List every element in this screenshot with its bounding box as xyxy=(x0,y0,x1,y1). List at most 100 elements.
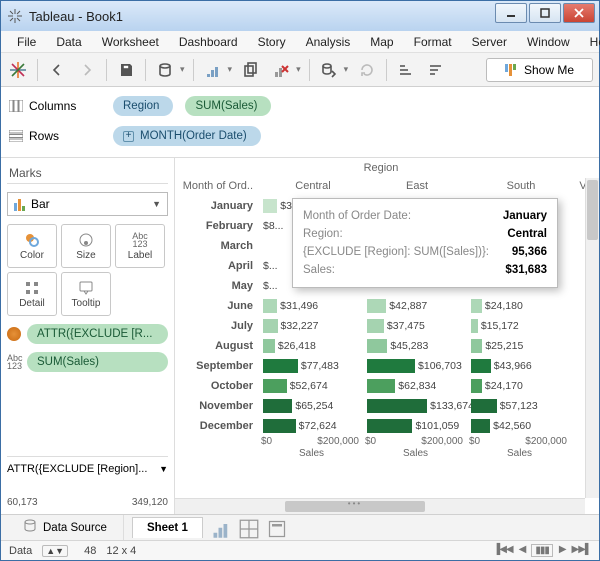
new-worksheet-icon[interactable] xyxy=(211,519,231,537)
new-dashboard-icon[interactable] xyxy=(239,519,259,537)
menu-worksheet[interactable]: Worksheet xyxy=(92,33,169,51)
viz-cell[interactable]: $52,674 xyxy=(261,376,365,396)
menu-dashboard[interactable]: Dashboard xyxy=(169,33,248,51)
viz-cell[interactable]: $31,496 xyxy=(261,296,365,316)
menu-window[interactable]: Window xyxy=(517,33,580,51)
row-label[interactable]: January xyxy=(175,196,261,216)
rows-icon xyxy=(9,130,23,142)
new-story-icon[interactable] xyxy=(267,519,287,537)
viz-cell[interactable]: $42,560 xyxy=(469,416,573,436)
columns-shelf-label: Columns xyxy=(9,99,101,113)
row-header: Month of Ord.. xyxy=(175,176,261,196)
viz-cell[interactable]: $42,887 xyxy=(365,296,469,316)
close-button[interactable] xyxy=(563,3,595,23)
sheet-tab[interactable]: Sheet 1 xyxy=(132,517,203,538)
row-label[interactable]: November xyxy=(175,396,261,416)
viz-cell[interactable]: $15,172 xyxy=(469,316,573,336)
menu-story[interactable]: Story xyxy=(248,33,296,51)
viz-cell[interactable]: $43,966 xyxy=(469,356,573,376)
row-label[interactable]: April xyxy=(175,256,261,276)
viz-cell[interactable]: $72,624 xyxy=(261,416,365,436)
row-label[interactable]: March xyxy=(175,236,261,256)
menu-server[interactable]: Server xyxy=(462,33,517,51)
legend-min: 60,173 xyxy=(7,497,38,508)
viz-cell[interactable]: $133,674 xyxy=(365,396,469,416)
back-icon[interactable] xyxy=(46,59,68,81)
clear-sheet-icon[interactable] xyxy=(270,59,292,81)
menu-help[interactable]: Help xyxy=(580,33,600,51)
status-data-label: Data xyxy=(9,545,32,557)
viz-cell[interactable]: $57,123 xyxy=(469,396,573,416)
viz-cell[interactable]: $25,215 xyxy=(469,336,573,356)
sort-asc-icon[interactable] xyxy=(395,59,417,81)
viz-cell[interactable]: $77,483 xyxy=(261,356,365,376)
expand-icon[interactable]: + xyxy=(123,131,134,142)
save-icon[interactable] xyxy=(115,59,137,81)
row-label[interactable]: December xyxy=(175,416,261,436)
datasource-tab[interactable]: Data Source xyxy=(7,515,124,540)
horizontal-scrollbar[interactable] xyxy=(175,498,585,514)
tooltip-popup: Month of Order Date:January Region:Centr… xyxy=(292,198,558,288)
vertical-scrollbar[interactable] xyxy=(585,178,599,498)
menu-data[interactable]: Data xyxy=(46,33,91,51)
new-worksheet-icon[interactable] xyxy=(202,59,224,81)
marks-label-card[interactable]: Abc123Label xyxy=(115,224,165,268)
row-label[interactable]: October xyxy=(175,376,261,396)
nav-buttons[interactable]: ▐◀◀◀▮▮▮▶▶▶▌ xyxy=(493,544,591,557)
size-icon xyxy=(78,232,94,248)
new-datasource-icon[interactable] xyxy=(154,59,176,81)
viz-cell[interactable]: $45,283 xyxy=(365,336,469,356)
marks-detail-card[interactable]: Detail xyxy=(7,272,57,316)
row-label[interactable]: June xyxy=(175,296,261,316)
viz-cell[interactable]: $62,834 xyxy=(365,376,469,396)
maximize-button[interactable] xyxy=(529,3,561,23)
viz-cell[interactable]: $106,703 xyxy=(365,356,469,376)
status-mark-count: 48 xyxy=(84,545,96,557)
viz-cell[interactable]: $37,475 xyxy=(365,316,469,336)
menu-map[interactable]: Map xyxy=(360,33,403,51)
viz-header-region: Region xyxy=(175,162,587,174)
tableau-logo-icon[interactable] xyxy=(7,59,29,81)
menu-format[interactable]: Format xyxy=(404,33,462,51)
menu-bar: File Data Worksheet Dashboard Story Anal… xyxy=(1,31,599,53)
row-label[interactable]: September xyxy=(175,356,261,376)
marks-type-selector[interactable]: Bar ▼ xyxy=(7,192,168,216)
status-data-caret[interactable]: ▲▼ xyxy=(42,545,68,557)
minimize-button[interactable] xyxy=(495,3,527,23)
sort-desc-icon[interactable] xyxy=(425,59,447,81)
forward-icon[interactable] xyxy=(76,59,98,81)
marks-sum-pill[interactable]: SUM(Sales) xyxy=(27,352,168,372)
viz-cell[interactable]: $101,059 xyxy=(365,416,469,436)
show-me-button[interactable]: Show Me xyxy=(486,58,593,82)
row-label[interactable]: May xyxy=(175,276,261,296)
marks-tooltip-card[interactable]: Tooltip xyxy=(61,272,111,316)
rows-shelf-label: Rows xyxy=(9,129,101,143)
columns-pill-sum-sales[interactable]: SUM(Sales) xyxy=(185,96,271,116)
refresh-icon[interactable] xyxy=(356,59,378,81)
columns-icon xyxy=(9,100,23,112)
viz-cell[interactable]: $24,180 xyxy=(469,296,573,316)
rows-pill-month[interactable]: +MONTH(Order Date) xyxy=(113,126,261,146)
viz-cell[interactable]: $65,254 xyxy=(261,396,365,416)
status-dims: 12 x 4 xyxy=(106,545,136,557)
viz-cell[interactable]: $26,418 xyxy=(261,336,365,356)
legend-title: ATTR({EXCLUDE [Region]... xyxy=(7,463,155,475)
row-label[interactable]: August xyxy=(175,336,261,356)
viz-cell[interactable]: $32,227 xyxy=(261,316,365,336)
column-header[interactable]: South xyxy=(469,176,573,196)
row-label[interactable]: July xyxy=(175,316,261,336)
marks-color-card[interactable]: Color xyxy=(7,224,57,268)
chevron-down-icon[interactable]: ▼ xyxy=(159,464,168,474)
marks-size-card[interactable]: Size xyxy=(61,224,111,268)
column-header[interactable]: Central xyxy=(261,176,365,196)
viz-cell[interactable]: $24,170 xyxy=(469,376,573,396)
duplicate-icon[interactable] xyxy=(240,59,262,81)
column-header[interactable]: East xyxy=(365,176,469,196)
menu-analysis[interactable]: Analysis xyxy=(296,33,361,51)
swap-icon[interactable] xyxy=(318,59,340,81)
menu-file[interactable]: File xyxy=(7,33,46,51)
legend-max: 349,120 xyxy=(132,497,168,508)
marks-attr-pill[interactable]: ATTR({EXCLUDE [R... xyxy=(27,324,168,344)
row-label[interactable]: February xyxy=(175,216,261,236)
columns-pill-region[interactable]: Region xyxy=(113,96,173,116)
